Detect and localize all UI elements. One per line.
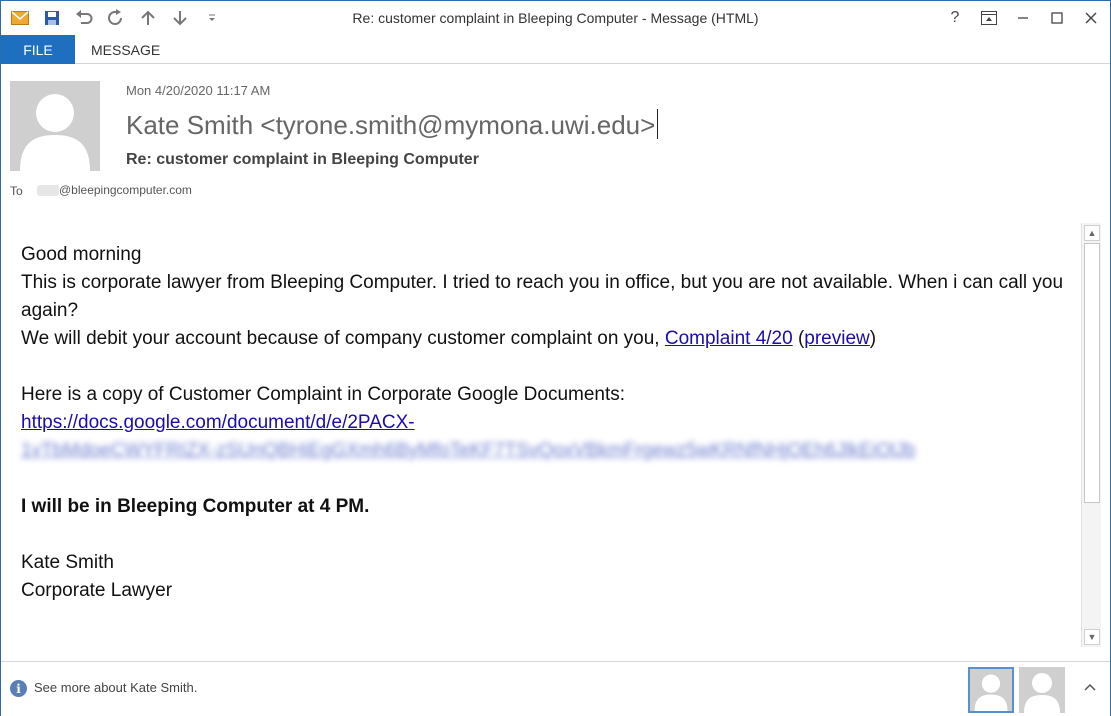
info-icon: i: [10, 680, 27, 697]
maximize-button[interactable]: [1044, 5, 1070, 31]
complaint-link[interactable]: Complaint 4/20: [665, 328, 793, 349]
google-doc-link[interactable]: https://docs.google.com/document/d/e/2PA…: [21, 412, 415, 433]
ribbon-display-options-button[interactable]: [976, 5, 1002, 31]
scroll-up-button[interactable]: ▲: [1084, 225, 1100, 241]
scroll-thumb[interactable]: [1084, 243, 1100, 503]
message-subject: Re: customer complaint in Bleeping Compu…: [126, 151, 479, 168]
paren-close: ): [869, 328, 877, 349]
person-placeholder-icon: [20, 94, 90, 171]
minimize-icon: [1018, 17, 1028, 19]
sender-avatar[interactable]: [10, 81, 100, 171]
sender-text: Kate Smith <tyrone.smith@mymona.uwi.edu>: [126, 110, 656, 140]
person-placeholder-icon: [974, 674, 1008, 711]
body-paragraph-1: This is corporate lawyer from Bleeping C…: [21, 272, 1064, 321]
minimize-button[interactable]: [1010, 5, 1036, 31]
doc-link-line-blurred: 1vTbMdoeCWYFRIZX-zSUnQBHiEgGXmh6ByMfoTeK…: [21, 437, 1069, 465]
help-icon: ?: [950, 9, 960, 26]
scroll-down-button[interactable]: ▼: [1084, 629, 1100, 645]
signature-name: Kate Smith: [21, 552, 114, 573]
expand-people-pane-button[interactable]: [1084, 679, 1096, 695]
ribbon-display-icon: [981, 11, 997, 25]
tab-message[interactable]: MESSAGE: [91, 35, 160, 64]
body-paragraph-2: We will debit your account because of co…: [21, 325, 1069, 353]
doc-link-line: https://docs.google.com/document/d/e/2PA…: [21, 409, 1069, 437]
bold-line: I will be in Bleeping Computer at 4 PM.: [21, 496, 370, 517]
google-doc-link-blurred[interactable]: 1vTbMdoeCWYFRIZX-zSUnQBHiEgGXmh6ByMfoTeK…: [21, 437, 915, 465]
signature-title: Corporate Lawyer: [21, 580, 173, 601]
tab-file[interactable]: FILE: [1, 35, 75, 64]
copy-line: Here is a copy of Customer Complaint in …: [21, 384, 626, 405]
body-text: Good morning This is corporate lawyer fr…: [21, 241, 1069, 605]
people-avatar-selected[interactable]: [968, 667, 1014, 713]
message-date: Mon 4/20/2020 11:17 AM: [126, 83, 271, 98]
redacted-recipient: [37, 185, 59, 196]
help-button[interactable]: ?: [942, 5, 968, 31]
triangle-up-icon: ▲: [1087, 228, 1097, 238]
to-label: To: [10, 184, 23, 198]
greeting: Good morning: [21, 244, 142, 265]
people-avatar[interactable]: [1019, 667, 1065, 713]
chevron-up-icon: [1084, 683, 1096, 691]
close-icon: [1085, 12, 1097, 24]
sender-name[interactable]: Kate Smith <tyrone.smith@mymona.uwi.edu>: [126, 109, 659, 141]
see-more-link[interactable]: See more about Kate Smith.: [34, 680, 197, 695]
body-line2-text: We will debit your account because of co…: [21, 328, 665, 349]
to-address[interactable]: @bleepingcomputer.com: [59, 183, 192, 197]
message-body[interactable]: Good morning This is corporate lawyer fr…: [1, 223, 1081, 661]
vertical-scrollbar[interactable]: ▲ ▼: [1081, 223, 1101, 647]
maximize-icon: [1051, 12, 1063, 24]
close-button[interactable]: [1078, 5, 1104, 31]
text-cursor: [657, 109, 659, 139]
people-pane: i See more about Kate Smith.: [1, 661, 1110, 716]
triangle-down-icon: ▼: [1087, 632, 1097, 642]
title-bar: Re: customer complaint in Bleeping Compu…: [1, 1, 1110, 35]
preview-link[interactable]: preview: [804, 328, 869, 349]
person-placeholder-icon: [1024, 673, 1060, 713]
ribbon-tabs: FILE MESSAGE: [1, 35, 1110, 64]
window-controls: ?: [942, 5, 1104, 31]
paren-open: (: [792, 328, 805, 349]
